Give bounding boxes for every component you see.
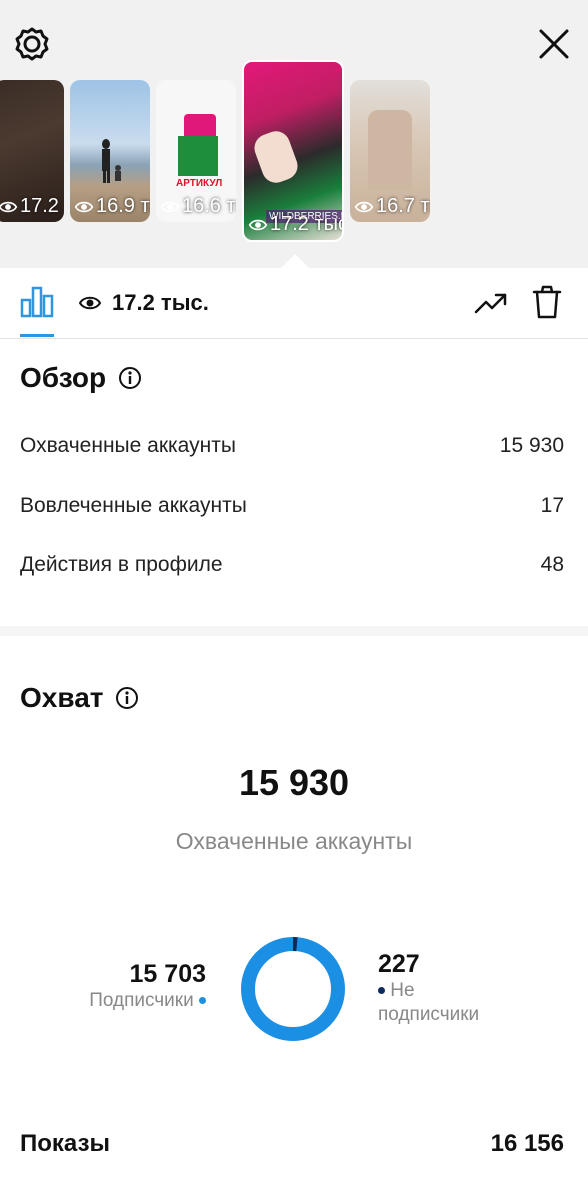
- overview-row-reached[interactable]: Охваченные аккаунты 15 930: [20, 434, 564, 458]
- overview-row-engaged[interactable]: Вовлеченные аккаунты 17: [20, 494, 564, 518]
- eye-icon: [74, 201, 94, 212]
- overview-row-profile-actions[interactable]: Действия в профиле 48: [20, 553, 564, 577]
- followers-value: 15 703: [129, 960, 206, 988]
- story-views-3: 16.6 ты: [160, 195, 236, 218]
- info-icon[interactable]: [118, 366, 142, 390]
- story-thumbnail-4-selected[interactable]: WILDBERRIES.RU 17.2 тыс.: [242, 60, 344, 242]
- selected-story-pointer: [281, 254, 309, 268]
- story-views-2: 16.9 ты: [74, 195, 150, 218]
- bar-chart-icon[interactable]: [20, 286, 54, 318]
- hand-image: [250, 127, 302, 187]
- row-value: 15 930: [499, 434, 564, 457]
- story-thumbnail-5[interactable]: 16.7 ты: [350, 80, 430, 222]
- people-silhouette: [102, 139, 121, 183]
- story-overlay-title: АРТИКУЛ: [176, 178, 223, 189]
- row-value: 17: [540, 494, 564, 517]
- impressions-value: 16 156: [490, 1130, 564, 1157]
- tab-views[interactable]: 17.2 тыс.: [78, 290, 209, 316]
- reach-total: 15 930: [238, 762, 350, 803]
- green-sweater-image: [178, 136, 218, 176]
- reach-total-label: Охваченные аккаунты: [175, 828, 413, 854]
- insights-tab-bar: 17.2 тыс.: [0, 268, 588, 339]
- eye-icon: [0, 201, 18, 212]
- story-views-4: 17.2 тыс.: [248, 213, 342, 236]
- reach-donut-chart: [241, 937, 345, 1041]
- eye-icon: [78, 296, 102, 310]
- non-followers-legend: 227 Не подписчики: [378, 950, 538, 1027]
- sweater-dress-image: [368, 110, 412, 190]
- reach-section: Охват: [20, 682, 139, 714]
- section-divider: [0, 626, 588, 636]
- info-icon[interactable]: [115, 686, 139, 710]
- trash-icon[interactable]: [532, 284, 562, 320]
- stories-header: 17.2 ты 16.9 ты АРТИКУЛ 16.6 ты WILDBERR…: [0, 0, 588, 268]
- row-label: Охваченные аккаунты: [20, 434, 236, 457]
- eye-icon: [160, 201, 180, 212]
- close-icon[interactable]: [534, 24, 574, 64]
- active-tab-indicator: [20, 334, 54, 337]
- impressions-label: Показы: [20, 1130, 110, 1157]
- views-count: 17.2 тыс.: [112, 290, 209, 315]
- non-followers-value: 227: [378, 950, 420, 978]
- non-followers-label: Не подписчики: [378, 980, 480, 1025]
- trending-up-icon[interactable]: [474, 288, 508, 318]
- row-label: Действия в профиле: [20, 553, 223, 576]
- story-views-5: 16.7 ты: [354, 195, 430, 218]
- reach-title: Охват: [20, 682, 104, 713]
- story-thumbnail-1[interactable]: 17.2 ты: [0, 80, 64, 222]
- overview-title: Обзор: [20, 362, 107, 393]
- followers-dot: [199, 997, 206, 1005]
- overview-section: Обзор: [20, 362, 142, 394]
- story-thumbnail-2[interactable]: 16.9 ты: [70, 80, 150, 222]
- row-label: Вовлеченные аккаунты: [20, 494, 247, 517]
- story-thumbnail-3[interactable]: АРТИКУЛ 16.6 ты: [156, 80, 236, 222]
- gear-icon[interactable]: [12, 24, 52, 64]
- impressions-row[interactable]: Показы 16 156: [20, 1130, 564, 1158]
- non-followers-dot: [378, 987, 385, 995]
- eye-icon: [354, 201, 374, 212]
- story-views-1: 17.2 ты: [0, 195, 64, 218]
- followers-label: Подписчики: [60, 989, 206, 1013]
- row-value: 48: [540, 553, 564, 576]
- followers-legend: 15 703 Подписчики: [60, 960, 206, 1013]
- followers-arc: [241, 937, 345, 1041]
- eye-icon: [248, 219, 268, 230]
